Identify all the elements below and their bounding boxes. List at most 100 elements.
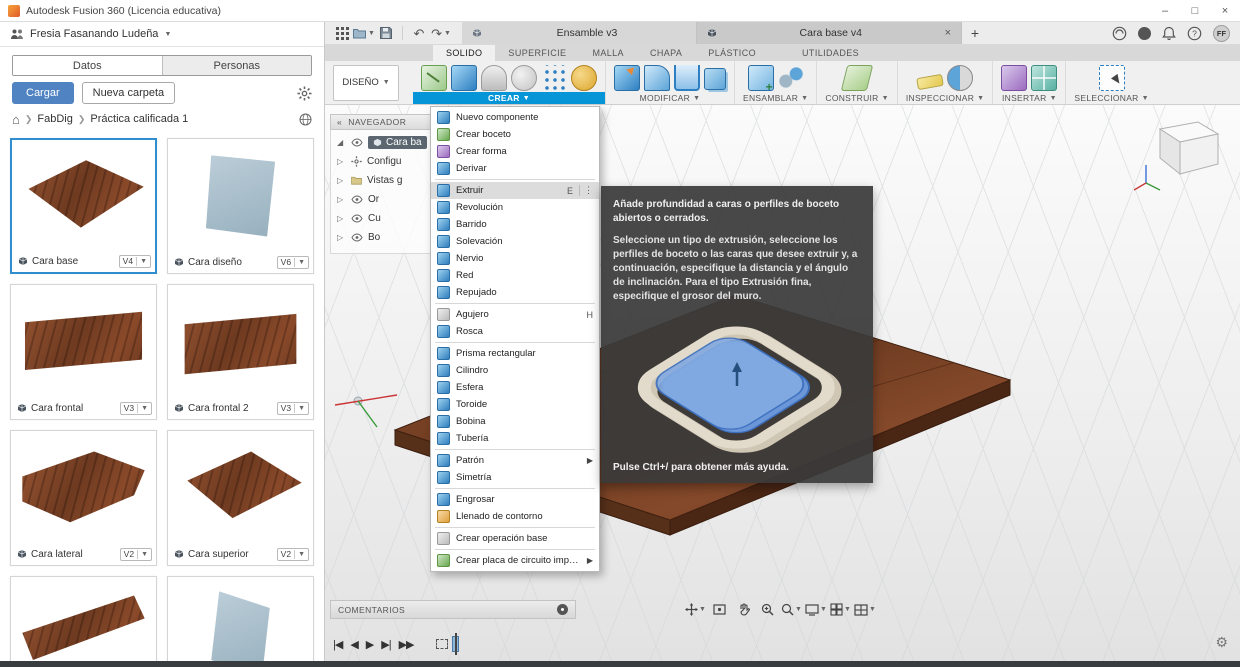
empalme-icon[interactable] [644,65,670,91]
undo-button[interactable]: ↶ [408,23,430,43]
timeline-position-marker[interactable] [452,636,459,652]
ensamblar-group-dropdown[interactable]: ENSAMBLAR▼ [743,92,808,104]
thumbnail-cara-diseno[interactable]: Cara diseño V6▼ [167,138,314,274]
tab-chapa[interactable]: CHAPA [637,45,695,61]
thumbnail-cara-base[interactable]: Cara base V4▼ [10,138,157,274]
skip-to-start-button[interactable]: |◀ [333,638,342,651]
seccion-icon[interactable] [947,65,973,91]
job-status-icon[interactable] [1138,27,1151,40]
crear-group-dropdown[interactable]: CREAR▼ [413,92,605,104]
inspeccionar-group-dropdown[interactable]: INSPECCIONAR▼ [906,92,985,104]
add-comment-icon[interactable] [557,604,568,615]
caret-right-icon[interactable]: ▷ [337,176,346,185]
orbit-button[interactable]: ▼ [685,600,706,620]
tab-datos[interactable]: Datos [13,56,162,75]
menu-item-nervio[interactable]: Nervio [431,250,599,267]
menu-item-toroide[interactable]: Toroide [431,396,599,413]
account-menu[interactable]: Fresia Fasanando Ludeña ▼ [0,22,324,47]
help-icon[interactable]: ? [1187,26,1202,41]
tab-utilidades[interactable]: UTILIDADES [789,45,872,61]
nuevo-componente-toolbar-icon[interactable] [748,65,774,91]
redo-button[interactable]: ↷▼ [430,23,452,43]
thumbnail-cara-frontal[interactable]: Cara frontal V3▼ [10,284,157,420]
caret-right-icon[interactable]: ▷ [337,157,346,166]
modificar-group-dropdown[interactable]: MODIFICAR▼ [614,92,726,104]
seleccionar-icon[interactable] [1099,65,1125,91]
version-badge[interactable]: V3▼ [120,402,152,415]
prisma-icon[interactable] [451,65,477,91]
save-button[interactable] [375,23,397,43]
tab-superficie[interactable]: SUPERFICIE [495,45,579,61]
version-badge[interactable]: V3▼ [277,402,309,415]
menu-item-esfera[interactable]: Esfera [431,379,599,396]
grid-snaps-button[interactable]: ▼ [830,600,851,620]
tab-personas[interactable]: Personas [162,56,312,75]
junta-icon[interactable] [778,65,804,91]
visibility-eye-icon[interactable] [351,233,363,242]
thumbnail-cara-frontal-2[interactable]: Cara frontal 2 V3▼ [167,284,314,420]
thumbnail-cara-superior[interactable]: Cara superior V2▼ [167,430,314,566]
display-settings-button[interactable]: ▼ [805,600,827,620]
menu-item-extruir[interactable]: ExtruirE⋮ [431,182,599,199]
caret-right-icon[interactable]: ▷ [337,195,346,204]
close-button[interactable]: × [1210,0,1240,21]
document-tab-ensamble[interactable]: Ensamble v3 [462,22,697,44]
menu-item-crear-placa-circuito[interactable]: Crear placa de circuito impreso▶ [431,552,599,569]
crear-boceto-icon[interactable] [421,65,447,91]
breadcrumb-folder[interactable]: FabDig [37,113,72,125]
file-menu-button[interactable]: ▼ [353,23,375,43]
menu-item-red[interactable]: Red [431,267,599,284]
combinar-icon[interactable] [704,68,726,90]
zoom-button[interactable]: ▼ [781,600,802,620]
repujado-icon[interactable] [511,65,537,91]
menu-item-bobina[interactable]: Bobina [431,413,599,430]
timeline-settings-gear-icon[interactable]: ⚙ [1215,634,1228,651]
home-icon[interactable]: ⌂ [12,113,20,126]
menu-item-barrido[interactable]: Barrido [431,216,599,233]
menu-item-crear-boceto[interactable]: Crear boceto [431,126,599,143]
breadcrumb-current[interactable]: Práctica calificada 1 [90,113,188,125]
view-cube[interactable] [1134,117,1226,197]
construir-group-dropdown[interactable]: CONSTRUIR▼ [825,92,888,104]
minimize-button[interactable]: – [1150,0,1180,21]
menu-item-solevacion[interactable]: Solevación [431,233,599,250]
extensions-icon[interactable] [1112,26,1127,41]
tab-malla[interactable]: MALLA [579,45,637,61]
step-back-button[interactable]: ◀ [350,638,357,651]
menu-item-prisma-rectangular[interactable]: Prisma rectangular [431,345,599,362]
options-icon[interactable]: ⋮ [579,185,593,196]
menu-item-rosca[interactable]: Rosca [431,323,599,340]
step-forward-button[interactable]: ▶| [381,638,390,651]
patron-icon[interactable] [541,65,567,91]
menu-item-crear-operacion-base[interactable]: Crear operación base [431,530,599,547]
menu-item-engrosar[interactable]: Engrosar [431,491,599,508]
visibility-eye-icon[interactable] [351,195,363,204]
medir-icon[interactable] [916,73,944,89]
notification-bell-icon[interactable] [1162,26,1176,41]
insertar-malla-icon[interactable] [1031,65,1057,91]
data-settings-gear-icon[interactable] [297,86,312,101]
menu-item-simetria[interactable]: Simetría [431,469,599,486]
new-folder-button[interactable]: Nueva carpeta [82,82,176,104]
list-item[interactable] [10,576,157,661]
workspace-selector[interactable]: DISEÑO▼ [333,65,399,101]
timeline-marquee-icon[interactable] [436,639,448,649]
version-badge[interactable]: V4▼ [119,255,151,268]
caret-right-icon[interactable]: ▷ [337,214,346,223]
menu-item-crear-forma[interactable]: Crear forma [431,143,599,160]
menu-item-nuevo-componente[interactable]: Nuevo componente [431,109,599,126]
avatar[interactable]: FF [1213,25,1230,42]
collapse-panel-icon[interactable]: « [337,117,342,127]
insertar-group-dropdown[interactable]: INSERTAR▼ [1001,92,1057,104]
new-tab-button[interactable]: + [962,22,988,44]
version-badge[interactable]: V2▼ [120,548,152,561]
tab-plastico[interactable]: PLÁSTICO [695,45,769,61]
vaciado-icon[interactable] [674,65,700,91]
active-document-badge[interactable]: Cara ba [368,136,427,149]
plano-construccion-icon[interactable] [841,65,873,91]
upload-button[interactable]: Cargar [12,82,74,104]
list-item[interactable] [167,576,314,661]
lienzo-icon[interactable] [1001,65,1027,91]
globe-icon[interactable] [299,113,312,126]
menu-item-patron[interactable]: Patrón▶ [431,452,599,469]
